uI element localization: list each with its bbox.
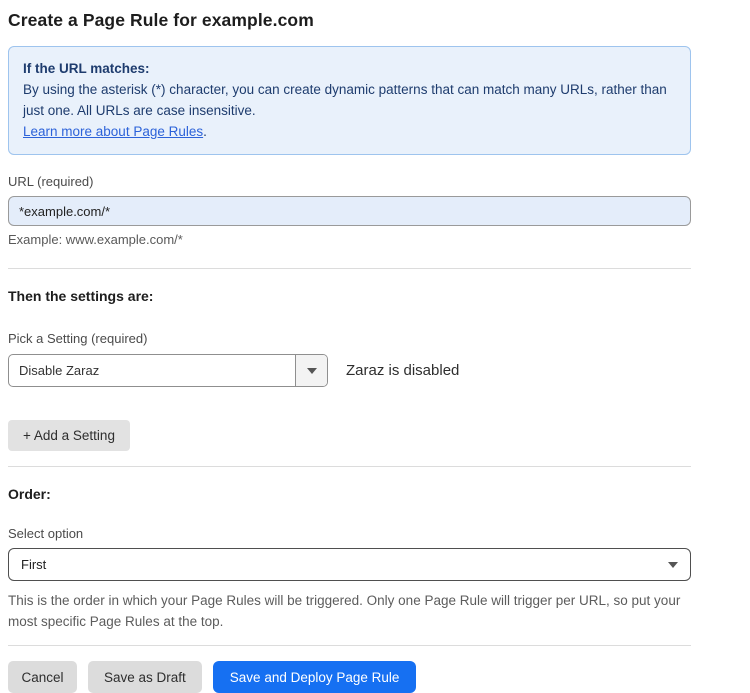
order-select-value: First (21, 557, 46, 572)
info-box-link-line: Learn more about Page Rules. (23, 121, 676, 142)
url-field-label: URL (required) (8, 174, 691, 189)
url-input[interactable] (8, 196, 691, 226)
divider (8, 645, 691, 646)
setting-select-arrow-button[interactable] (295, 355, 327, 386)
order-select-label: Select option (8, 526, 691, 541)
settings-section-heading: Then the settings are: (8, 288, 691, 304)
divider (8, 466, 691, 467)
setting-status-text: Zaraz is disabled (346, 362, 459, 379)
save-as-draft-button[interactable]: Save as Draft (88, 661, 202, 693)
order-help-text: This is the order in which your Page Rul… (8, 590, 691, 632)
info-box-body: By using the asterisk (*) character, you… (23, 79, 676, 121)
save-and-deploy-button[interactable]: Save and Deploy Page Rule (213, 661, 417, 693)
cancel-button[interactable]: Cancel (8, 661, 77, 693)
url-field-hint: Example: www.example.com/* (8, 232, 691, 247)
setting-row: Disable Zaraz Zaraz is disabled (8, 354, 691, 387)
chevron-down-icon (668, 562, 678, 568)
page-rule-form: Create a Page Rule for example.com If th… (0, 0, 750, 670)
pick-setting-label: Pick a Setting (required) (8, 331, 691, 346)
page-title: Create a Page Rule for example.com (8, 10, 691, 31)
url-match-info-box: If the URL matches: By using the asteris… (8, 46, 691, 155)
setting-select-value: Disable Zaraz (9, 355, 295, 386)
divider (8, 268, 691, 269)
learn-more-link[interactable]: Learn more about Page Rules (23, 124, 203, 139)
chevron-down-icon (307, 368, 317, 374)
setting-select[interactable]: Disable Zaraz (8, 354, 328, 387)
info-box-heading: If the URL matches: (23, 58, 676, 79)
form-actions: Cancel Save as Draft Save and Deploy Pag… (8, 661, 691, 693)
add-setting-button[interactable]: + Add a Setting (8, 420, 130, 451)
order-section-heading: Order: (8, 486, 691, 502)
link-period: . (203, 124, 207, 139)
order-select[interactable]: First (8, 548, 691, 581)
